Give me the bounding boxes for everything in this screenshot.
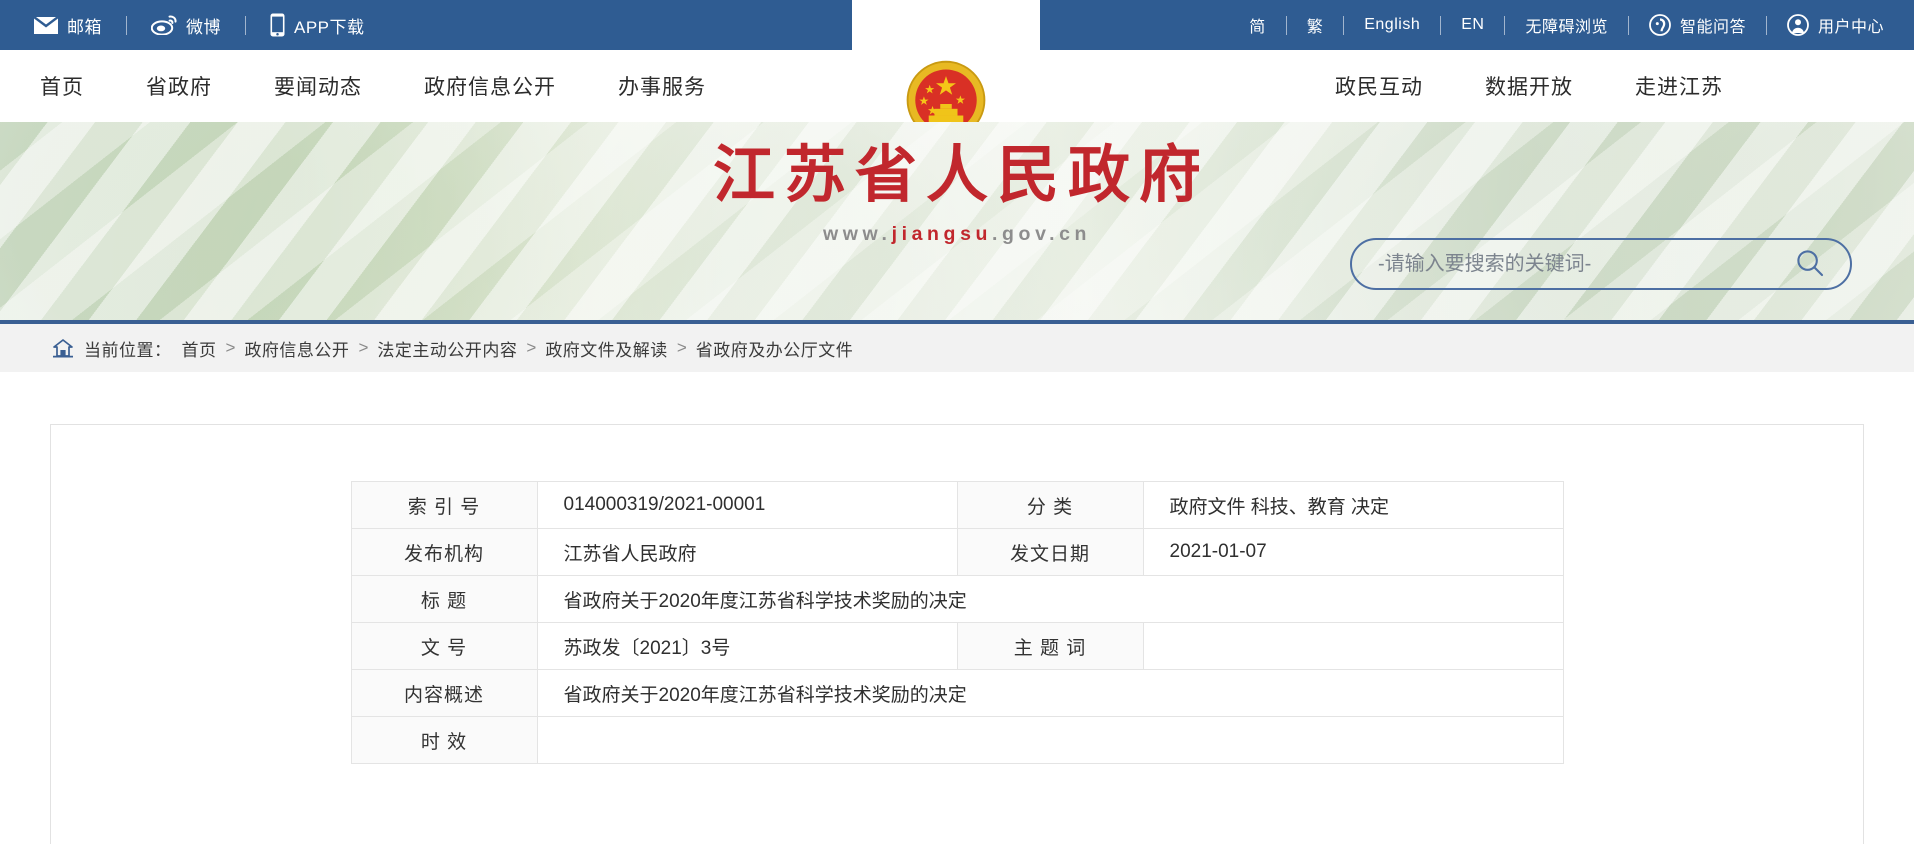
topbar-right-group: 简 繁 English EN 无障碍浏览 智能问答 (1249, 13, 1884, 37)
lang-english-link[interactable]: English (1364, 16, 1420, 34)
smart-qa-label: 智能问答 (1680, 13, 1746, 37)
breadcrumb-item-info-disclosure[interactable]: 政府信息公开 (244, 336, 349, 361)
breadcrumb-item-provincial-office-docs[interactable]: 省政府及办公厅文件 (696, 336, 854, 361)
breadcrumb-separator: > (677, 338, 687, 358)
site-url-prefix: www. (823, 223, 892, 245)
table-row: 内容概述 省政府关于2020年度江苏省科学技术奖励的决定 (351, 670, 1563, 717)
user-center-label: 用户中心 (1818, 13, 1884, 37)
nav-item-news[interactable]: 要闻动态 (243, 71, 393, 101)
table-row: 标 题 省政府关于2020年度江苏省科学技术奖励的决定 (351, 576, 1563, 623)
lang-traditional-link[interactable]: 繁 (1307, 13, 1324, 37)
meta-value-category: 政府文件 科技、教育 决定 (1143, 482, 1563, 529)
breadcrumb-label: 当前位置： (84, 336, 172, 361)
home-icon[interactable] (52, 338, 74, 358)
nav-item-open-data[interactable]: 数据开放 (1454, 71, 1604, 101)
site-url-suffix: .gov.cn (992, 223, 1091, 245)
breadcrumb-item-documents-interpretation[interactable]: 政府文件及解读 (545, 336, 668, 361)
topbar-left-group: 邮箱 微博 APP下载 (34, 13, 365, 38)
topbar-divider (1286, 16, 1287, 35)
meta-value-summary: 省政府关于2020年度江苏省科学技术奖励的决定 (537, 670, 1563, 717)
topbar-divider (1628, 16, 1629, 35)
site-title: 江苏省人民政府 (0, 144, 1914, 206)
breadcrumb-item-home[interactable]: 首页 (182, 336, 217, 361)
topbar-divider (1440, 16, 1441, 35)
topbar-divider (1766, 16, 1767, 35)
meta-label-category: 分 类 (957, 482, 1143, 529)
meta-value-issuing-agency: 江苏省人民政府 (537, 529, 957, 576)
meta-value-document-number: 苏政发〔2021〕3号 (537, 623, 957, 670)
breadcrumb-separator: > (526, 338, 536, 358)
topbar-divider (1504, 16, 1505, 35)
mailbox-label: 邮箱 (67, 13, 102, 38)
topbar-divider (1343, 16, 1344, 35)
search-icon (1795, 248, 1825, 281)
nav-item-about-jiangsu[interactable]: 走进江苏 (1604, 71, 1754, 101)
meta-label-summary: 内容概述 (351, 670, 537, 717)
topbar-divider (245, 16, 246, 35)
lang-en-link[interactable]: EN (1461, 16, 1484, 34)
user-icon (1787, 14, 1809, 36)
weibo-icon (151, 15, 177, 35)
nav-item-provincial-government[interactable]: 省政府 (115, 71, 243, 101)
robot-icon (1649, 14, 1671, 36)
banner-title-block: 江苏省人民政府 www.jiangsu.gov.cn (0, 144, 1914, 246)
search-button[interactable] (1792, 246, 1828, 282)
nav-left-group: 首页 省政府 要闻动态 政府信息公开 办事服务 (0, 71, 737, 101)
lang-simplified-label: 简 (1249, 13, 1266, 37)
accessibility-label: 无障碍浏览 (1525, 13, 1608, 37)
lang-english-label: English (1364, 16, 1420, 34)
breadcrumb-separator: > (226, 338, 236, 358)
site-url-highlight: jiangsu (892, 223, 992, 245)
meta-label-document-number: 文 号 (351, 623, 537, 670)
mail-icon (34, 17, 58, 34)
lang-simplified-link[interactable]: 简 (1249, 13, 1266, 37)
breadcrumb: 当前位置： 首页 > 政府信息公开 > 法定主动公开内容 > 政府文件及解读 >… (0, 320, 1914, 372)
search-input[interactable] (1378, 253, 1792, 276)
meta-value-title: 省政府关于2020年度江苏省科学技术奖励的决定 (537, 576, 1563, 623)
meta-label-issue-date: 发文日期 (957, 529, 1143, 576)
main-navigation: 首页 省政府 要闻动态 政府信息公开 办事服务 (0, 50, 1914, 122)
weibo-link[interactable]: 微博 (151, 13, 221, 38)
table-row: 索 引 号 014000319/2021-00001 分 类 政府文件 科技、教… (351, 482, 1563, 529)
lang-traditional-label: 繁 (1307, 13, 1324, 37)
search-box (1350, 238, 1852, 290)
lang-en-label: EN (1461, 16, 1484, 34)
table-row: 时 效 (351, 717, 1563, 764)
nav-item-government-info-disclosure[interactable]: 政府信息公开 (393, 71, 587, 101)
meta-value-index-number: 014000319/2021-00001 (537, 482, 957, 529)
content-area: 索 引 号 014000319/2021-00001 分 类 政府文件 科技、教… (0, 372, 1914, 844)
breadcrumb-separator: > (358, 338, 368, 358)
nav-item-home[interactable]: 首页 (34, 71, 115, 101)
mobile-icon (270, 13, 285, 37)
meta-label-validity: 时 效 (351, 717, 537, 764)
breadcrumb-item-statutory-content[interactable]: 法定主动公开内容 (377, 336, 517, 361)
meta-label-index-number: 索 引 号 (351, 482, 537, 529)
accessibility-link[interactable]: 无障碍浏览 (1525, 13, 1608, 37)
table-row: 发布机构 江苏省人民政府 发文日期 2021-01-07 (351, 529, 1563, 576)
app-download-link[interactable]: APP下载 (270, 13, 365, 38)
meta-value-keywords (1143, 623, 1563, 670)
meta-value-validity (537, 717, 1563, 764)
meta-label-keywords: 主 题 词 (957, 623, 1143, 670)
document-meta-table: 索 引 号 014000319/2021-00001 分 类 政府文件 科技、教… (351, 481, 1564, 764)
site-banner: 江苏省人民政府 www.jiangsu.gov.cn (0, 122, 1914, 320)
nav-right-group: 政民互动 数据开放 走进江苏 (1230, 71, 1914, 101)
mailbox-link[interactable]: 邮箱 (34, 13, 102, 38)
nav-item-services[interactable]: 办事服务 (587, 71, 737, 101)
meta-label-issuing-agency: 发布机构 (351, 529, 537, 576)
app-download-label: APP下载 (294, 13, 365, 38)
topbar-divider (126, 16, 127, 35)
weibo-label: 微博 (186, 13, 221, 38)
smart-qa-link[interactable]: 智能问答 (1649, 13, 1746, 37)
nav-item-citizen-interaction[interactable]: 政民互动 (1304, 71, 1454, 101)
meta-value-issue-date: 2021-01-07 (1143, 529, 1563, 576)
table-row: 文 号 苏政发〔2021〕3号 主 题 词 (351, 623, 1563, 670)
meta-label-title: 标 题 (351, 576, 537, 623)
user-center-link[interactable]: 用户中心 (1787, 13, 1884, 37)
document-panel: 索 引 号 014000319/2021-00001 分 类 政府文件 科技、教… (50, 424, 1864, 844)
